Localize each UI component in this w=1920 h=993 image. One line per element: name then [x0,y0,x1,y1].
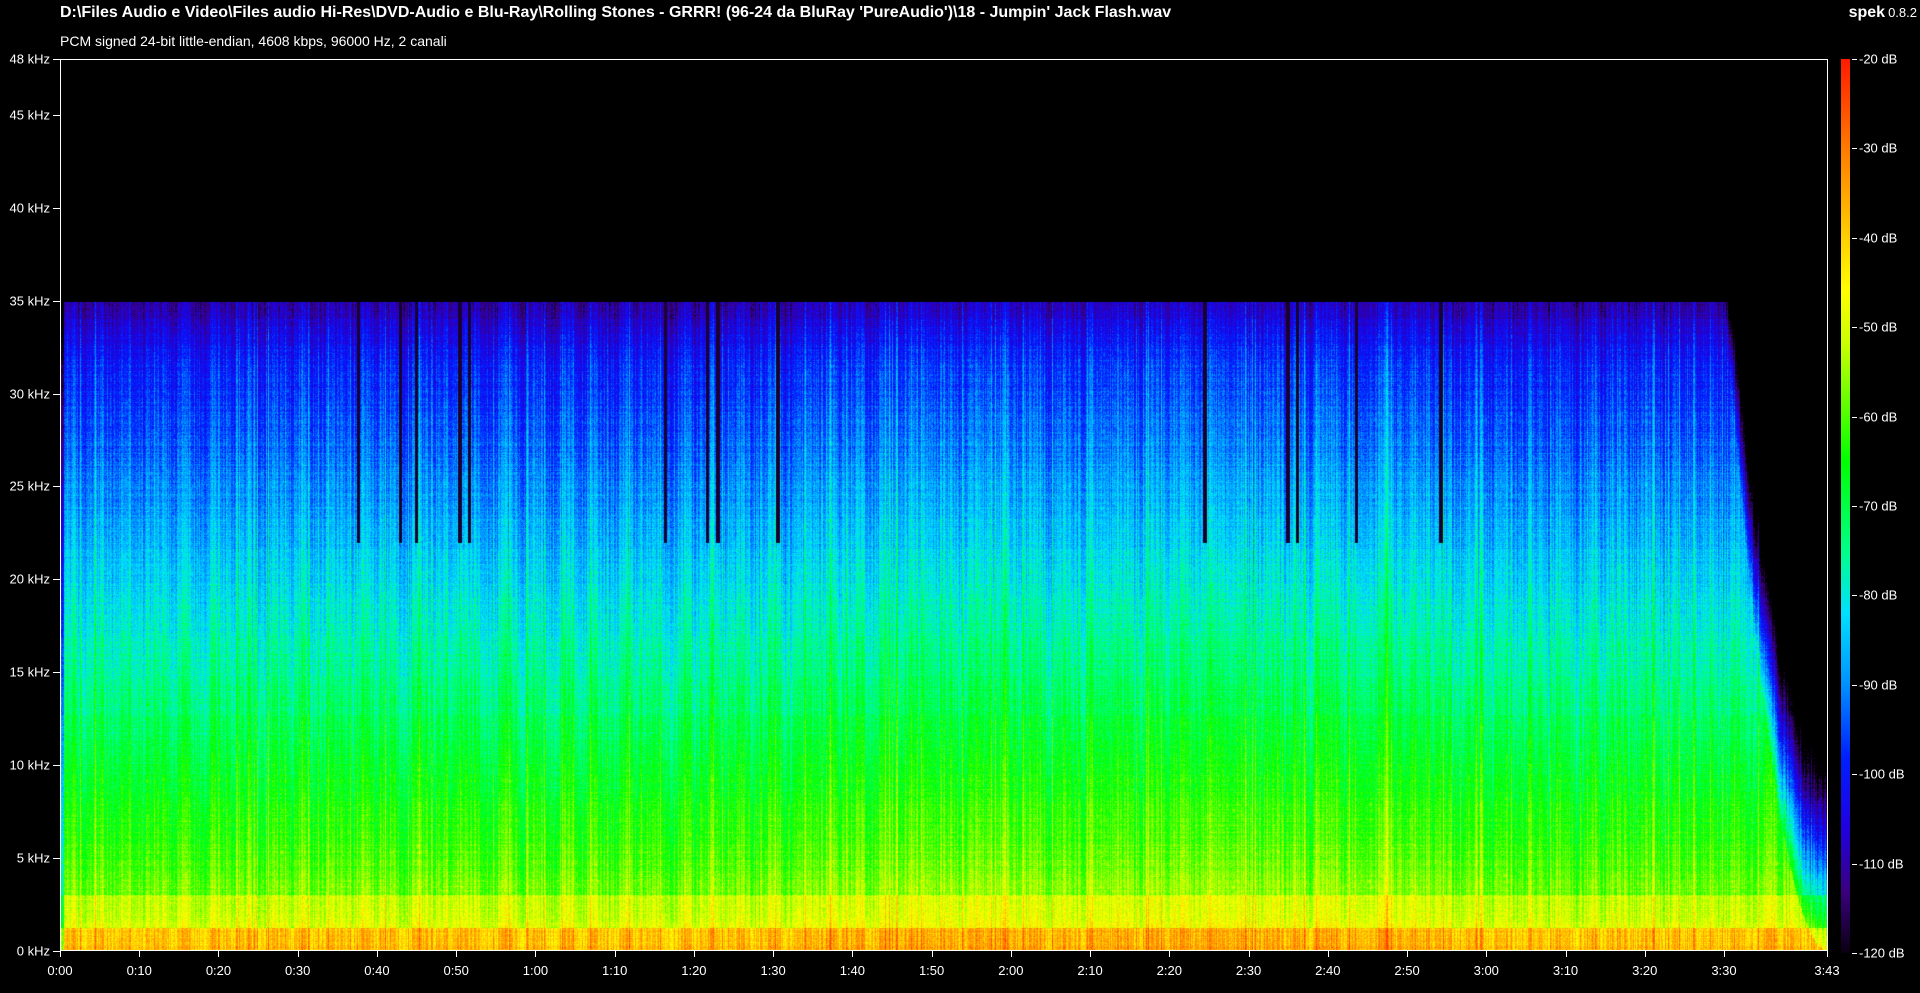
time-tick-label: 0:00 [47,963,73,978]
spectrogram-plot [60,59,1828,951]
level-tick [1852,148,1857,149]
level-tick [1852,685,1857,686]
frequency-tick-label: 25 kHz [9,478,50,494]
frequency-tick-label: 45 kHz [9,107,50,123]
file-path-title: D:\Files Audio e Video\Files audio Hi-Re… [60,4,1172,21]
level-tick-label: -60 dB [1859,409,1898,425]
frequency-tick-label: 30 kHz [9,386,50,401]
level-tick [1852,774,1857,775]
frequency-tick [53,579,60,580]
time-tick-label: 2:30 [1235,963,1262,978]
time-tick-label: 3:10 [1552,963,1579,978]
time-tick-label: 0:20 [205,963,232,978]
time-tick [139,951,140,957]
level-tick-label: -90 dB [1859,677,1898,693]
time-tick [1407,951,1408,957]
time-tick [1827,951,1828,957]
time-tick-label: 3:43 [1814,963,1840,978]
time-tick [1645,951,1646,957]
level-tick [1852,59,1857,60]
level-tick-label: -30 dB [1859,140,1898,156]
level-tick-label: -80 dB [1859,587,1898,603]
time-tick-label: 1:30 [760,963,786,978]
frequency-tick-label: 35 kHz [9,293,50,309]
stream-info: PCM signed 24-bit little-endian, 4608 kb… [60,33,447,49]
time-tick-label: 1:10 [602,963,628,978]
frequency-tick [53,115,60,116]
frequency-tick-label: 0 kHz [16,943,50,959]
time-tick [1169,951,1170,957]
frequency-tick [53,301,60,302]
level-tick-label: -100 dB [1859,766,1905,782]
time-tick [377,951,378,957]
frequency-tick [53,672,60,673]
time-tick [1249,951,1250,957]
time-tick-label: 2:50 [1394,963,1420,978]
level-tick-label: -20 dB [1859,51,1898,67]
frequency-tick [53,208,60,209]
frequency-tick [53,486,60,487]
level-tick-label: -70 dB [1859,498,1898,514]
frequency-tick [53,765,60,766]
time-tick [1090,951,1091,957]
time-tick [298,951,299,957]
level-tick [1852,417,1857,418]
frequency-tick [53,951,60,952]
time-tick-label: 1:20 [681,963,707,978]
frequency-tick-label: 10 kHz [9,757,50,773]
level-tick [1852,506,1857,507]
time-tick-label: 0:30 [285,963,311,978]
level-tick-label: -110 dB [1859,856,1904,872]
frequency-tick-label: 5 kHz [16,850,50,866]
time-tick [456,951,457,957]
time-tick-label: 2:10 [1077,963,1103,978]
time-tick-label: 3:30 [1711,963,1737,978]
time-tick-label: 2:00 [998,963,1024,978]
level-colorbar [1841,59,1850,953]
level-tick [1852,864,1857,865]
time-tick [852,951,853,957]
spectrogram-canvas [61,60,1827,950]
time-tick [773,951,774,957]
time-tick [932,951,933,957]
time-tick-label: 1:40 [839,963,866,978]
time-tick-label: 3:00 [1473,963,1499,978]
time-tick-label: 2:20 [1156,963,1182,978]
time-tick [218,951,219,957]
time-tick [1566,951,1567,957]
frequency-tick [53,394,60,395]
time-tick [1011,951,1012,957]
time-tick-label: 0:10 [126,963,152,978]
app-brand: spek 0.8.2 [1849,4,1917,22]
app-version: 0.8.2 [1888,5,1917,20]
time-tick-label: 3:20 [1632,963,1658,978]
time-tick [615,951,616,957]
level-tick-label: -40 dB [1859,230,1898,246]
spek-window: D:\Files Audio e Video\Files audio Hi-Re… [0,0,1920,993]
time-tick [1724,951,1725,957]
frequency-tick [53,59,60,60]
frequency-tick-label: 15 kHz [9,664,50,680]
frequency-tick [53,858,60,859]
level-tick [1852,953,1857,954]
level-tick [1852,238,1857,239]
frequency-tick-label: 40 kHz [9,200,50,216]
frequency-tick-label: 20 kHz [9,571,50,587]
time-tick-label: 2:40 [1315,963,1341,978]
time-tick [60,951,61,957]
level-tick-label: -120 dB [1859,945,1905,961]
level-tick [1852,327,1857,328]
level-tick-label: -50 dB [1859,319,1898,335]
time-tick-label: 0:50 [443,963,469,978]
time-tick [535,951,536,957]
time-tick [1328,951,1329,957]
time-tick [694,951,695,957]
app-name: spek [1848,4,1886,21]
time-tick-label: 1:50 [918,963,945,978]
level-tick [1852,595,1857,596]
frequency-tick-label: 48 kHz [9,51,50,67]
time-tick-label: 0:40 [364,963,390,978]
time-tick [1486,951,1487,957]
time-tick-label: 1:00 [522,963,549,978]
